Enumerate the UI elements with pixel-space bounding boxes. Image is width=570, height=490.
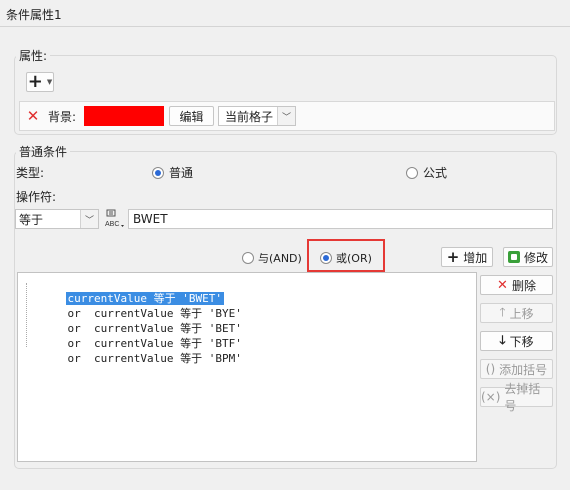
list-item[interactable]: currentValue 等于 'BWET' xyxy=(39,276,224,305)
chevron-down-icon: ﹀ xyxy=(277,107,295,125)
arrow-up-icon: 🡑 xyxy=(499,304,506,319)
attributes-group-label: 属性: xyxy=(16,47,51,64)
scope-select[interactable]: 当前格子 ﹀ xyxy=(218,106,296,126)
list-item[interactable]: or currentValue 等于 'BTF' xyxy=(39,321,244,350)
add-attribute-dropdown[interactable]: + ▼ xyxy=(26,72,54,92)
value-input-text: BWET xyxy=(133,212,168,226)
conditions-list[interactable]: currentValue 等于 'BWET' or currentValue 等… xyxy=(17,272,477,462)
background-color-swatch[interactable] xyxy=(84,106,164,126)
add-condition-label: 增加 xyxy=(463,250,488,265)
type-option-formula[interactable]: 公式 xyxy=(406,164,447,181)
close-icon: ✕ xyxy=(26,106,40,125)
delete-attribute-button[interactable]: ✕ xyxy=(24,107,42,125)
chevron-down-icon: ﹀ xyxy=(80,210,98,228)
move-down-label: 下移 xyxy=(509,334,534,349)
conditions-group-label: 普通条件 xyxy=(16,143,71,160)
list-item[interactable]: or currentValue 等于 'BPM' xyxy=(39,336,244,365)
tree-guide-line xyxy=(26,283,27,347)
close-icon: ✕ xyxy=(497,277,508,293)
bracket-icon: () xyxy=(485,362,496,376)
delete-condition-label: 删除 xyxy=(511,278,536,293)
move-up-label: 上移 xyxy=(509,306,534,321)
list-item[interactable]: or currentValue 等于 'BET' xyxy=(39,306,244,335)
radio-unselected-icon xyxy=(406,166,418,179)
remove-bracket-button[interactable]: (×) 去掉括号 xyxy=(480,382,553,413)
arrow-down-icon: 🡓 xyxy=(499,332,506,347)
radio-selected-icon xyxy=(320,252,332,264)
modify-condition-button[interactable]: 修改 xyxy=(503,247,553,267)
add-condition-button[interactable]: + 增加 xyxy=(441,247,493,267)
type-label: 类型: xyxy=(16,166,45,180)
title-divider xyxy=(0,26,570,27)
type-option-normal-label: 普通 xyxy=(169,166,194,180)
type-option-formula-label: 公式 xyxy=(423,166,448,180)
logic-option-and-label: 与(AND) xyxy=(258,252,302,265)
move-down-button[interactable]: 🡓 下移 xyxy=(480,331,553,351)
add-bracket-button[interactable]: () 添加括号 xyxy=(480,359,553,379)
plus-icon: + xyxy=(27,71,43,92)
move-up-button[interactable]: 🡑 上移 xyxy=(480,303,553,323)
operator-label: 操作符: xyxy=(16,190,57,204)
svg-text:ABC: ABC xyxy=(105,221,119,228)
type-option-normal[interactable]: 普通 xyxy=(152,164,193,181)
plus-icon: + xyxy=(446,247,460,266)
abc-icon[interactable]: ABC xyxy=(104,208,126,230)
edit-button-label: 编辑 xyxy=(179,109,204,124)
scope-select-value: 当前格子 xyxy=(225,109,274,124)
logic-option-and[interactable]: 与(AND) xyxy=(242,250,302,266)
remove-bracket-icon: (×) xyxy=(481,390,501,404)
radio-unselected-icon xyxy=(242,252,254,264)
chevron-down-icon: ▼ xyxy=(46,78,53,86)
value-input[interactable]: BWET xyxy=(128,209,553,229)
background-label: 背景: xyxy=(48,110,77,124)
window-title: 条件属性1 xyxy=(6,8,62,22)
list-item[interactable]: or currentValue 等于 'BYE' xyxy=(39,291,244,320)
operator-select-value: 等于 xyxy=(19,212,44,227)
logic-option-or[interactable]: 或(OR) xyxy=(320,250,372,266)
remove-bracket-label: 去掉括号 xyxy=(504,382,541,413)
operator-select[interactable]: 等于 ﹀ xyxy=(15,209,99,229)
modify-icon xyxy=(507,251,520,263)
delete-condition-button[interactable]: ✕ 删除 xyxy=(480,275,553,295)
modify-condition-label: 修改 xyxy=(523,250,548,265)
edit-button[interactable]: 编辑 xyxy=(169,106,214,126)
radio-selected-icon xyxy=(152,166,164,179)
add-bracket-label: 添加括号 xyxy=(499,362,548,377)
list-item-text: or currentValue 等于 'BPM' xyxy=(67,352,242,365)
logic-option-or-label: 或(OR) xyxy=(336,252,372,265)
